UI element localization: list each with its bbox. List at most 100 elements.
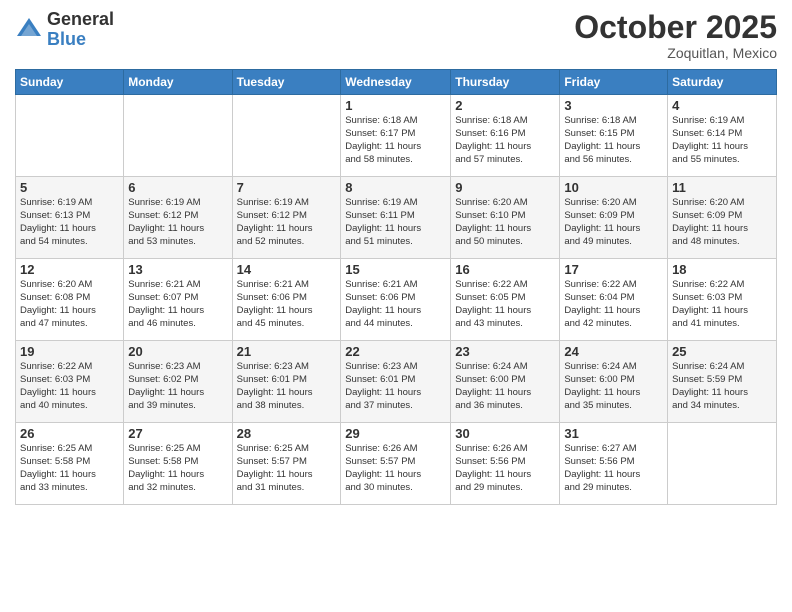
day-info: Sunrise: 6:19 AM Sunset: 6:12 PM Dayligh…: [128, 197, 227, 248]
logo-icon: [15, 16, 43, 44]
day-info: Sunrise: 6:19 AM Sunset: 6:14 PM Dayligh…: [672, 115, 772, 166]
calendar-cell: 21 Sunrise: 6:23 AM Sunset: 6:01 PM Dayli…: [232, 341, 341, 423]
calendar-cell: 10Sunrise: 6:20 AM Sunset: 6:09 PM Dayli…: [560, 177, 668, 259]
day-of-week-header: Thursday: [451, 70, 560, 95]
day-info: Sunrise: 6:20 AM Sunset: 6:10 PM Dayligh…: [455, 197, 555, 248]
calendar-cell: 29Sunrise: 6:26 AM Sunset: 5:57 PM Dayli…: [341, 423, 451, 505]
day-number: 14: [237, 262, 337, 277]
day-number: 21: [237, 344, 337, 359]
day-number: 12: [20, 262, 119, 277]
calendar-cell: 18Sunrise: 6:22 AM Sunset: 6:03 PM Dayli…: [668, 259, 777, 341]
calendar-cell: [232, 95, 341, 177]
day-number: 2: [455, 98, 555, 113]
day-number: 25: [672, 344, 772, 359]
calendar-cell: 16 Sunrise: 6:22 AM Sunset: 6:05 PM Dayli…: [451, 259, 560, 341]
day-number: 4: [672, 98, 772, 113]
logo-general-text: General: [47, 9, 114, 29]
day-info: Sunrise: 6:21 AM Sunset: 6:07 PM Dayligh…: [128, 279, 227, 330]
day-number: 11: [672, 180, 772, 195]
calendar-cell: 25 Sunrise: 6:24 AM Sunset: 5:59 PM Dayli…: [668, 341, 777, 423]
day-of-week-header: Wednesday: [341, 70, 451, 95]
logo-text: General Blue: [47, 10, 114, 50]
calendar-cell: 30Sunrise: 6:26 AM Sunset: 5:56 PM Dayli…: [451, 423, 560, 505]
day-of-week-header: Monday: [124, 70, 232, 95]
calendar-cell: 19Sunrise: 6:22 AM Sunset: 6:03 PM Dayli…: [16, 341, 124, 423]
day-number: 28: [237, 426, 337, 441]
day-number: 6: [128, 180, 227, 195]
calendar-cell: [668, 423, 777, 505]
calendar-cell: 20Sunrise: 6:23 AM Sunset: 6:02 PM Dayli…: [124, 341, 232, 423]
day-info: Sunrise: 6:24 AM Sunset: 6:00 PM Dayligh…: [455, 361, 555, 412]
header: General Blue October 2025 Zoquitlan, Mex…: [15, 10, 777, 61]
day-info: Sunrise: 6:20 AM Sunset: 6:09 PM Dayligh…: [672, 197, 772, 248]
calendar-cell: 11 Sunrise: 6:20 AM Sunset: 6:09 PM Dayli…: [668, 177, 777, 259]
day-number: 23: [455, 344, 555, 359]
day-info: Sunrise: 6:27 AM Sunset: 5:56 PM Dayligh…: [564, 443, 663, 494]
day-info: Sunrise: 6:25 AM Sunset: 5:58 PM Dayligh…: [20, 443, 119, 494]
day-info: Sunrise: 6:18 AM Sunset: 6:16 PM Dayligh…: [455, 115, 555, 166]
logo: General Blue: [15, 10, 114, 50]
calendar-cell: 15Sunrise: 6:21 AM Sunset: 6:06 PM Dayli…: [341, 259, 451, 341]
day-info: Sunrise: 6:19 AM Sunset: 6:11 PM Dayligh…: [345, 197, 446, 248]
subtitle: Zoquitlan, Mexico: [574, 45, 777, 61]
day-number: 31: [564, 426, 663, 441]
calendar-cell: 3 Sunrise: 6:18 AM Sunset: 6:15 PM Daylig…: [560, 95, 668, 177]
day-number: 7: [237, 180, 337, 195]
day-number: 16: [455, 262, 555, 277]
calendar-cell: 4 Sunrise: 6:19 AM Sunset: 6:14 PM Daylig…: [668, 95, 777, 177]
day-number: 17: [564, 262, 663, 277]
calendar-header-row: SundayMondayTuesdayWednesdayThursdayFrid…: [16, 70, 777, 95]
day-info: Sunrise: 6:23 AM Sunset: 6:01 PM Dayligh…: [345, 361, 446, 412]
calendar-cell: 5Sunrise: 6:19 AM Sunset: 6:13 PM Daylig…: [16, 177, 124, 259]
calendar-table: SundayMondayTuesdayWednesdayThursdayFrid…: [15, 69, 777, 505]
calendar-cell: 17 Sunrise: 6:22 AM Sunset: 6:04 PM Dayli…: [560, 259, 668, 341]
day-number: 22: [345, 344, 446, 359]
day-info: Sunrise: 6:25 AM Sunset: 5:58 PM Dayligh…: [128, 443, 227, 494]
page: General Blue October 2025 Zoquitlan, Mex…: [0, 0, 792, 612]
day-number: 9: [455, 180, 555, 195]
day-info: Sunrise: 6:22 AM Sunset: 6:05 PM Dayligh…: [455, 279, 555, 330]
day-of-week-header: Tuesday: [232, 70, 341, 95]
calendar-cell: 22 Sunrise: 6:23 AM Sunset: 6:01 PM Dayli…: [341, 341, 451, 423]
month-title: October 2025: [574, 10, 777, 45]
calendar-cell: 14 Sunrise: 6:21 AM Sunset: 6:06 PM Dayli…: [232, 259, 341, 341]
day-number: 24: [564, 344, 663, 359]
day-of-week-header: Saturday: [668, 70, 777, 95]
calendar-cell: 7 Sunrise: 6:19 AM Sunset: 6:12 PM Daylig…: [232, 177, 341, 259]
day-info: Sunrise: 6:21 AM Sunset: 6:06 PM Dayligh…: [237, 279, 337, 330]
day-number: 15: [345, 262, 446, 277]
day-info: Sunrise: 6:22 AM Sunset: 6:03 PM Dayligh…: [672, 279, 772, 330]
day-info: Sunrise: 6:24 AM Sunset: 5:59 PM Dayligh…: [672, 361, 772, 412]
day-number: 5: [20, 180, 119, 195]
day-number: 26: [20, 426, 119, 441]
day-info: Sunrise: 6:22 AM Sunset: 6:04 PM Dayligh…: [564, 279, 663, 330]
calendar-cell: 8 Sunrise: 6:19 AM Sunset: 6:11 PM Daylig…: [341, 177, 451, 259]
day-info: Sunrise: 6:18 AM Sunset: 6:15 PM Dayligh…: [564, 115, 663, 166]
day-number: 30: [455, 426, 555, 441]
title-block: October 2025 Zoquitlan, Mexico: [574, 10, 777, 61]
day-number: 13: [128, 262, 227, 277]
calendar-cell: 9 Sunrise: 6:20 AM Sunset: 6:10 PM Daylig…: [451, 177, 560, 259]
calendar-week-row: 1Sunrise: 6:18 AM Sunset: 6:17 PM Daylig…: [16, 95, 777, 177]
day-info: Sunrise: 6:23 AM Sunset: 6:01 PM Dayligh…: [237, 361, 337, 412]
day-info: Sunrise: 6:24 AM Sunset: 6:00 PM Dayligh…: [564, 361, 663, 412]
day-number: 1: [345, 98, 446, 113]
calendar-cell: 12 Sunrise: 6:20 AM Sunset: 6:08 PM Dayli…: [16, 259, 124, 341]
day-of-week-header: Friday: [560, 70, 668, 95]
calendar-cell: 24 Sunrise: 6:24 AM Sunset: 6:00 PM Dayli…: [560, 341, 668, 423]
calendar-cell: [124, 95, 232, 177]
calendar-week-row: 12 Sunrise: 6:20 AM Sunset: 6:08 PM Dayli…: [16, 259, 777, 341]
day-info: Sunrise: 6:20 AM Sunset: 6:08 PM Dayligh…: [20, 279, 119, 330]
calendar-cell: 23 Sunrise: 6:24 AM Sunset: 6:00 PM Dayli…: [451, 341, 560, 423]
logo-blue-text: Blue: [47, 29, 86, 49]
calendar-cell: 27Sunrise: 6:25 AM Sunset: 5:58 PM Dayli…: [124, 423, 232, 505]
day-number: 20: [128, 344, 227, 359]
calendar-week-row: 19Sunrise: 6:22 AM Sunset: 6:03 PM Dayli…: [16, 341, 777, 423]
calendar-week-row: 5Sunrise: 6:19 AM Sunset: 6:13 PM Daylig…: [16, 177, 777, 259]
day-number: 8: [345, 180, 446, 195]
calendar-cell: 2 Sunrise: 6:18 AM Sunset: 6:16 PM Daylig…: [451, 95, 560, 177]
day-number: 10: [564, 180, 663, 195]
calendar-cell: 6 Sunrise: 6:19 AM Sunset: 6:12 PM Daylig…: [124, 177, 232, 259]
day-number: 3: [564, 98, 663, 113]
day-info: Sunrise: 6:19 AM Sunset: 6:12 PM Dayligh…: [237, 197, 337, 248]
